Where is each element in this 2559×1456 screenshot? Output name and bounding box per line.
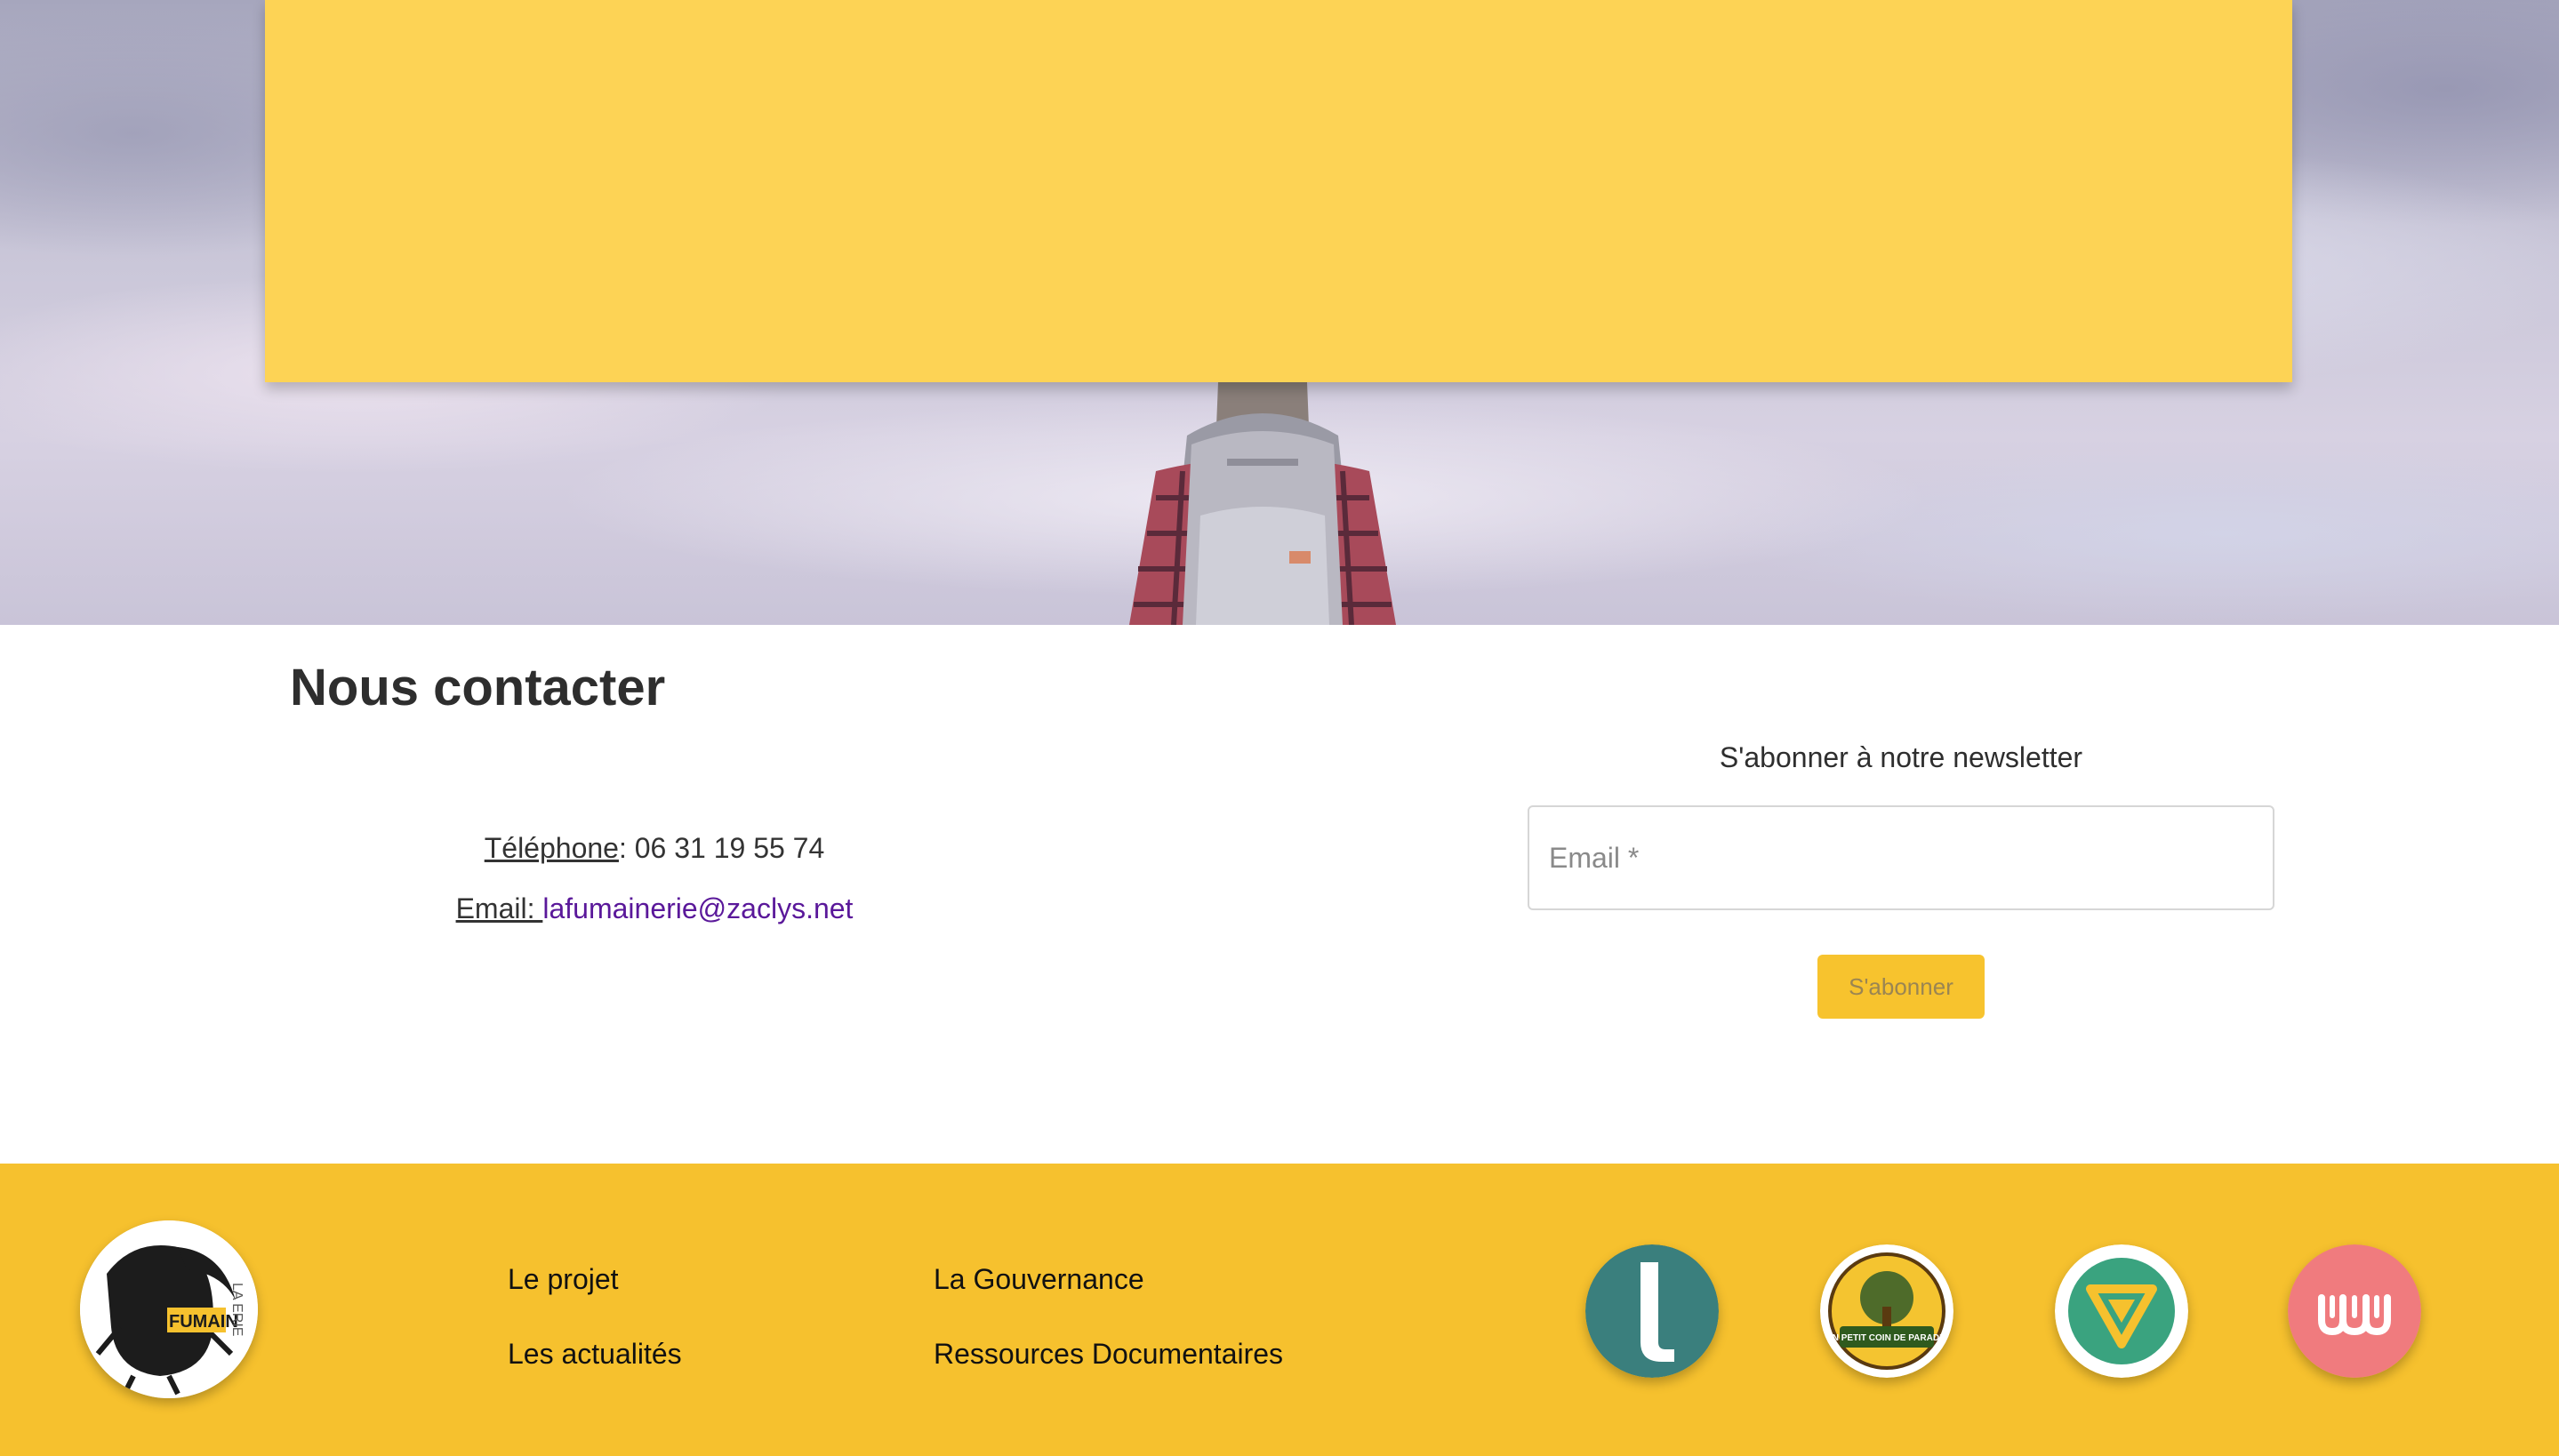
contact-title: Nous contacter xyxy=(290,659,666,716)
subscribe-button[interactable]: S'abonner xyxy=(1817,955,1985,1019)
email-link[interactable]: lafumainerie@zaclys.net xyxy=(542,892,853,924)
footer-link-actualites[interactable]: Les actualités xyxy=(508,1338,682,1371)
email-label: Email: xyxy=(455,892,543,924)
phone-label: Téléphone xyxy=(484,832,619,864)
logo-text: FUMAIN xyxy=(169,1312,238,1332)
newsletter-email-input[interactable] xyxy=(1528,805,2274,910)
logo-side-text: LA ERIE xyxy=(229,1283,245,1336)
footer-link-ressources[interactable]: Ressources Documentaires xyxy=(934,1338,1283,1371)
hero-yellow-card xyxy=(265,0,2292,382)
email-line: Email: lafumainerie@zaclys.net xyxy=(290,878,1019,939)
fumainerie-logo[interactable]: FUMAIN LA ERIE xyxy=(80,1220,258,1398)
hero-banner xyxy=(0,0,2559,625)
letter-l-icon xyxy=(1585,1244,1719,1378)
phone-value: : 06 31 19 55 74 xyxy=(618,832,825,864)
contact-info: Téléphone: 06 31 19 55 74 Email: lafumai… xyxy=(290,818,1019,939)
footer-link-le-projet[interactable]: Le projet xyxy=(508,1263,619,1296)
triangle-icon xyxy=(2055,1244,2188,1378)
tree-badge-icon: UN PETIT COIN DE PARADIS xyxy=(1820,1244,1953,1378)
beetle-icon: FUMAIN LA ERIE xyxy=(80,1220,258,1398)
newsletter-form: S'abonner à notre newsletter S'abonner xyxy=(1528,738,2274,1019)
partner-logo-pink[interactable] xyxy=(2288,1244,2421,1378)
partner-logo-teal[interactable] xyxy=(1585,1244,1719,1378)
partner-logo-green-triangle[interactable] xyxy=(2055,1244,2188,1378)
hiker-image xyxy=(1129,373,1396,625)
newsletter-title: S'abonner à notre newsletter xyxy=(1719,741,2083,773)
footer: FUMAIN LA ERIE Le projet La Gouvernance … xyxy=(0,1164,2559,1456)
partner-badge-text: UN PETIT COIN DE PARADIS xyxy=(1825,1333,1947,1343)
footer-link-gouvernance[interactable]: La Gouvernance xyxy=(934,1263,1144,1296)
phone-line: Téléphone: 06 31 19 55 74 xyxy=(290,818,1019,878)
partner-logo-petit-coin[interactable]: UN PETIT COIN DE PARADIS xyxy=(1820,1244,1953,1378)
wave-icon xyxy=(2288,1244,2421,1378)
